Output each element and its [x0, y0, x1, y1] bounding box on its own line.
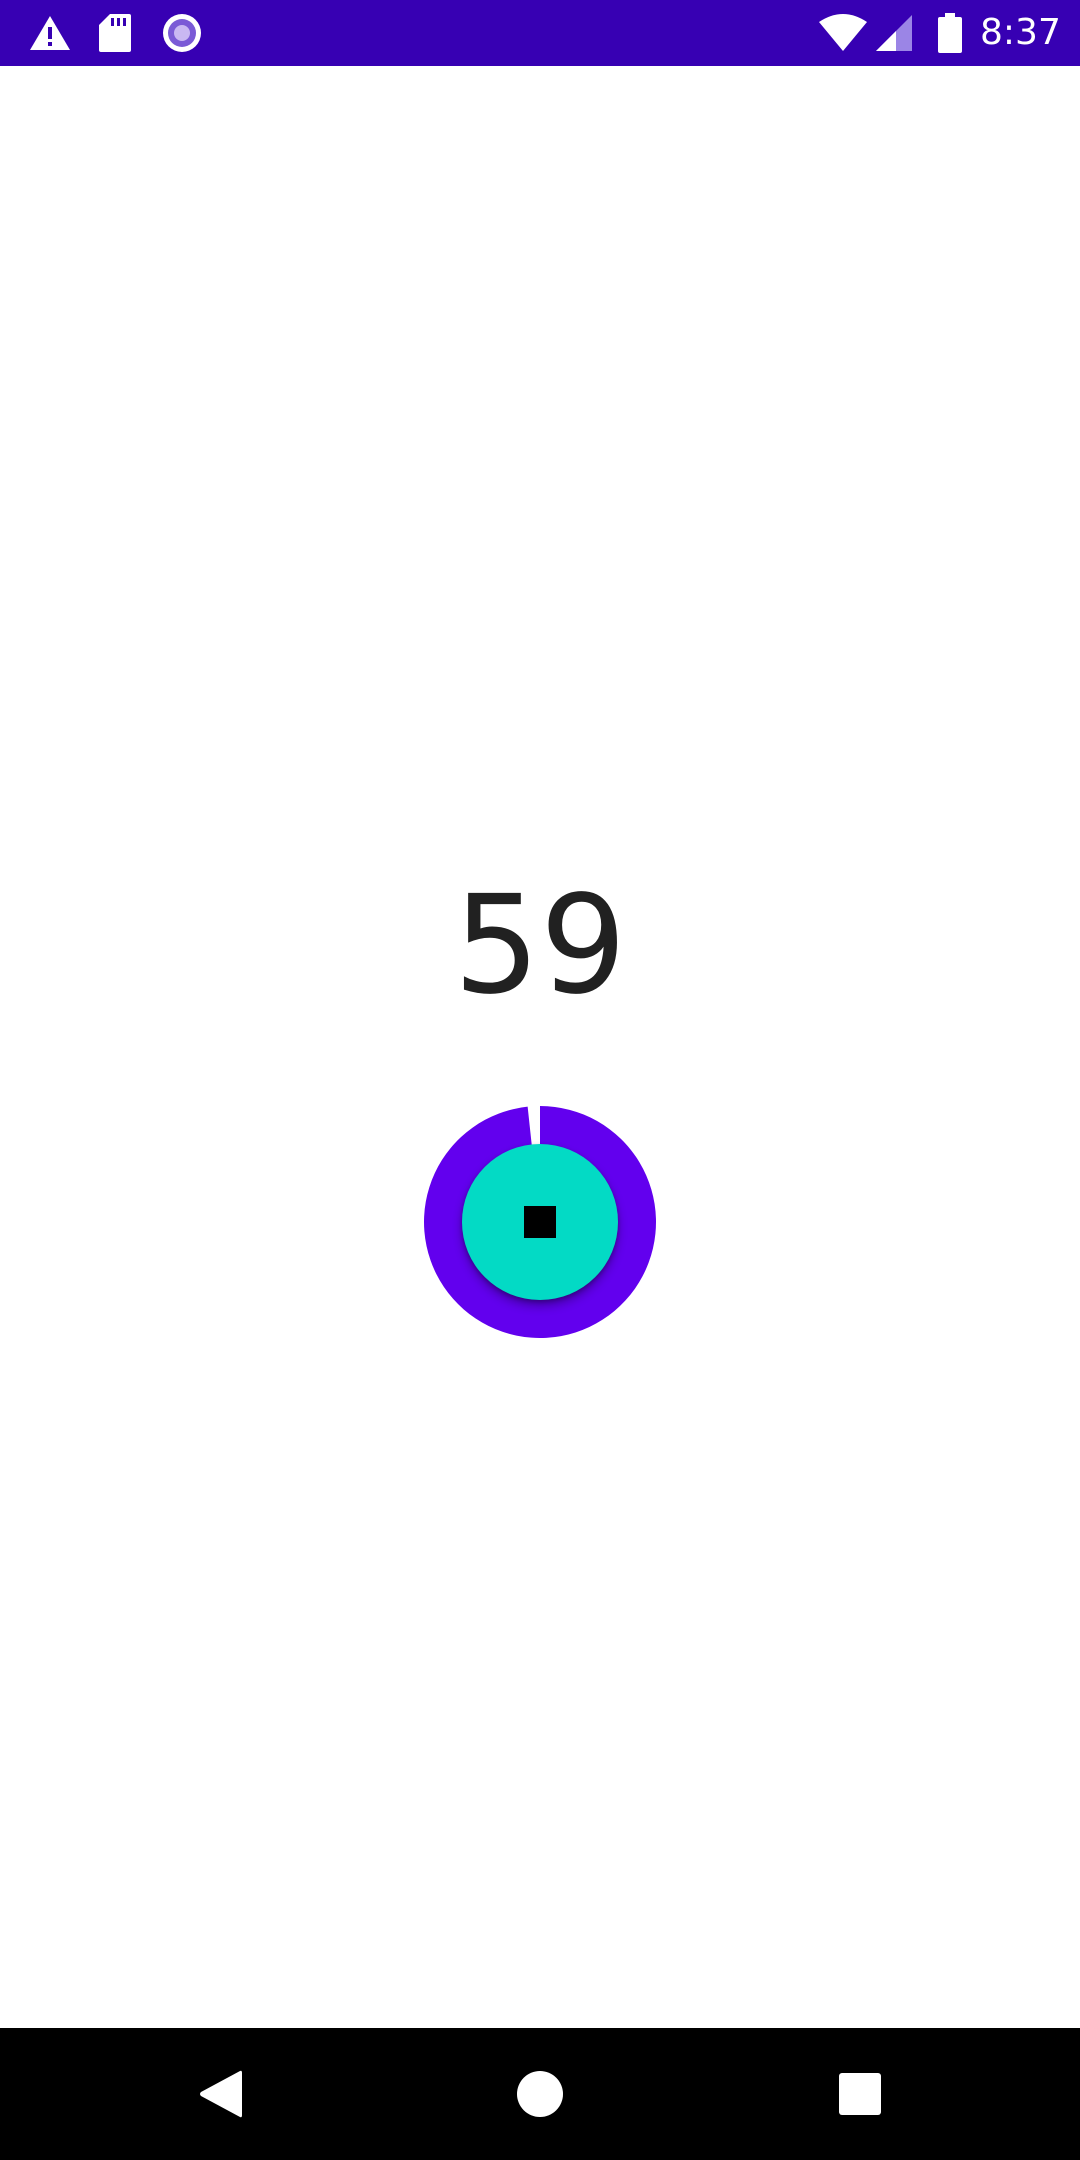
- timer-screen: 59: [0, 66, 1080, 2028]
- navigation-bar: [0, 2028, 1080, 2160]
- record-icon: [163, 14, 201, 52]
- battery-icon: [938, 13, 962, 53]
- wifi-icon: [819, 14, 867, 51]
- recents-icon[interactable]: [838, 2072, 882, 2116]
- countdown-text: 59: [453, 867, 627, 1025]
- stop-button[interactable]: [462, 1144, 618, 1300]
- sd-card-icon: [99, 14, 131, 52]
- status-bar: 8:37: [0, 0, 1080, 66]
- home-icon[interactable]: [516, 2070, 564, 2118]
- back-icon[interactable]: [196, 2068, 246, 2120]
- status-time: 8:37: [980, 12, 1061, 53]
- warning-icon: [30, 16, 70, 50]
- cell-signal-icon: [876, 15, 912, 51]
- stop-icon: [524, 1206, 556, 1238]
